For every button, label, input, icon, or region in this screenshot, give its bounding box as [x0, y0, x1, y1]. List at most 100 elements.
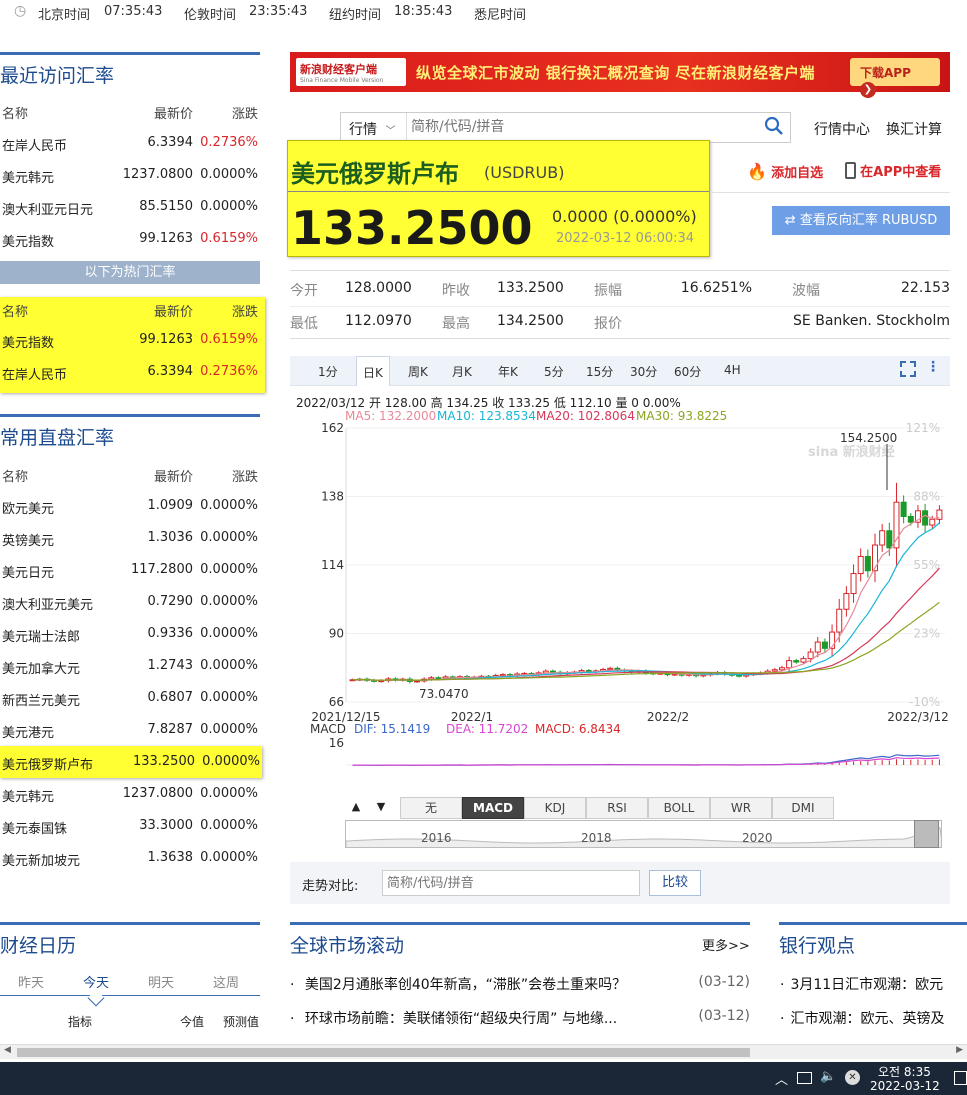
rate-row[interactable]: 美元指数 99.1263 0.6159% — [0, 223, 260, 255]
scroll-up-button[interactable]: ▲ — [345, 800, 367, 818]
tab-period[interactable]: 4H — [724, 363, 741, 377]
col-price: 最新价 — [153, 107, 193, 122]
news-item[interactable]: · 环球市场前瞻：美联储领衔“超级央行周” 与地缘... (03-12) — [290, 1008, 750, 1028]
tab-period[interactable]: 1分 — [318, 363, 338, 380]
stat-value: 128.0000 — [345, 280, 412, 296]
candle — [864, 555, 871, 572]
candle — [900, 501, 907, 517]
horizontal-scrollbar[interactable]: ◀ ▶ — [0, 1044, 967, 1059]
bank-view-item[interactable]: · 汇市观潮：欧元、英镑及 — [780, 1008, 967, 1028]
rate-row[interactable]: 新西兰元美元 0.6807 0.0000% — [0, 682, 260, 714]
rate-row[interactable]: 澳大利亚元日元 85.5150 0.0000% — [0, 191, 260, 223]
pct-tick-label: 88% — [913, 490, 940, 504]
rate-row[interactable]: 美元加拿大元 1.2743 0.0000% — [0, 650, 260, 682]
rate-row[interactable]: 美元瑞士法郎 0.9336 0.0000% — [0, 618, 260, 650]
scroll-left-icon[interactable]: ◀ — [4, 1045, 11, 1055]
compare-input[interactable] — [382, 870, 640, 896]
y-tick-label: 90 — [329, 627, 344, 641]
tab-period[interactable]: 月K — [452, 363, 472, 380]
notification-icon[interactable] — [954, 1071, 967, 1085]
tab-today[interactable]: 今天 — [83, 972, 109, 991]
rate-change: 0.0000% — [200, 658, 258, 673]
exchange-calc-link[interactable]: 换汇计算 — [886, 119, 942, 139]
rate-row[interactable]: 美元日元 117.2800 0.0000% — [0, 554, 260, 586]
indicator-tab[interactable]: KDJ — [524, 797, 586, 819]
rate-price: 0.9336 — [147, 626, 194, 641]
col-name: 名称 — [2, 305, 29, 320]
indicator-tab[interactable]: 无 — [400, 797, 462, 819]
rate-row[interactable]: 美元韩元 1237.0800 0.0000% — [0, 778, 260, 810]
more-vert-icon[interactable]: ⋮ — [926, 359, 940, 375]
rate-row[interactable]: 美元港元 7.8287 0.0000% — [0, 714, 260, 746]
market-center-link[interactable]: 行情中心 — [814, 119, 870, 139]
bank-view-item[interactable]: · 3月11日汇市观潮：欧元 — [780, 974, 967, 994]
candle — [922, 510, 929, 526]
tab-period[interactable]: 周K — [408, 363, 428, 380]
col-change: 涨跌 — [231, 107, 258, 122]
low-mark: 73.0470 — [419, 687, 469, 701]
rate-row[interactable]: 在岸人民币 6.3394 0.2736% — [0, 356, 260, 388]
indicator-tab[interactable]: BOLL — [648, 797, 710, 819]
fullscreen-icon[interactable] — [900, 361, 916, 377]
rate-row[interactable]: 美元韩元 1237.0800 0.0000% — [0, 159, 260, 191]
clock-bar: ◷ 北京时间 07:35:43 伦敦时间 23:35:43 纽约时间 18:35… — [0, 0, 967, 26]
scroll-right-icon[interactable]: ▶ — [956, 1045, 963, 1055]
rate-row[interactable]: 澳大利亚元美元 0.7290 0.0000% — [0, 586, 260, 618]
search-input[interactable] — [411, 116, 751, 138]
chevron-up-icon[interactable]: ︿ — [775, 1069, 788, 1088]
close-circle-icon[interactable]: ✕ — [845, 1070, 860, 1085]
tab-period[interactable]: 30分 — [630, 363, 657, 380]
download-app-button[interactable]: 下载APP ❯ — [850, 58, 940, 98]
bullet-icon: · — [780, 1011, 785, 1027]
rate-price: 99.1263 — [139, 332, 193, 347]
rate-row[interactable]: 在岸人民币 6.3394 0.2736% — [0, 127, 260, 159]
tab-period[interactable]: 15分 — [586, 363, 613, 380]
y-tick-label: 114 — [321, 558, 344, 572]
nav-handle[interactable] — [914, 820, 939, 848]
app-promo-banner[interactable]: 新浪财经客户端 Sina Finance Mobile Version 纵览全球… — [290, 52, 950, 98]
taskbar-time: 오전 8:35 — [878, 1065, 931, 1079]
bullet-icon: · — [290, 1011, 295, 1027]
add-favorite-button[interactable]: 🔥 添加自选 — [747, 162, 823, 181]
rate-row[interactable]: 美元指数 99.1263 0.6159% — [0, 324, 260, 356]
tab-yesterday[interactable]: 昨天 — [18, 972, 44, 991]
rate-row[interactable]: 英镑美元 1.3036 0.0000% — [0, 522, 260, 554]
logo-subtext: Sina Finance Mobile Version — [300, 77, 384, 84]
tab-period[interactable]: 60分 — [674, 363, 701, 380]
rate-name: 美元瑞士法郎 — [2, 630, 81, 645]
search-icon[interactable] — [764, 116, 784, 140]
view-in-app-button[interactable]: 在APP中查看 — [845, 161, 941, 180]
indicator-tab[interactable]: DMI — [772, 797, 834, 819]
indicator-tab[interactable]: MACD — [462, 797, 524, 819]
indicator-tab[interactable]: WR — [710, 797, 772, 819]
rate-price: 85.5150 — [139, 199, 193, 214]
news-item[interactable]: · 美国2月通胀率创40年新高，“滞胀”会卷土重来吗？ (03-12) — [290, 974, 750, 994]
tab-period[interactable]: 年K — [498, 363, 518, 380]
compare-button[interactable]: 比较 — [649, 870, 701, 896]
tab-week[interactable]: 这周 — [213, 972, 239, 991]
recent-rates-title: 最近访问汇率 — [0, 52, 260, 92]
indicator-tab[interactable]: RSI — [586, 797, 648, 819]
rate-row[interactable]: 美元新加坡元 1.3638 0.0000% — [0, 842, 260, 874]
more-link[interactable]: 更多>> — [702, 935, 750, 954]
candle — [771, 669, 778, 672]
tab-period[interactable]: 5分 — [544, 363, 564, 380]
volume-icon[interactable]: 🔈 — [820, 1069, 836, 1084]
tab-tomorrow[interactable]: 明天 — [148, 972, 174, 991]
scrollbar-thumb[interactable] — [17, 1048, 750, 1057]
y-tick-label: 138 — [321, 490, 344, 504]
recent-table-header: 名称 最新价 涨跌 — [0, 95, 260, 127]
rate-row[interactable]: 美元泰国铢 33.3000 0.0000% — [0, 810, 260, 842]
reverse-rate-label: 查看反向汇率 RUBUSD — [799, 213, 938, 228]
rate-row[interactable]: 欧元美元 1.0909 0.0000% — [0, 490, 260, 522]
rate-name: 新西兰元美元 — [2, 694, 81, 709]
reverse-rate-button[interactable]: ⇄ 查看反向汇率 RUBUSD — [772, 206, 950, 235]
category-select[interactable]: 行情 ﹀ — [341, 113, 407, 142]
scroll-down-button[interactable]: ▼ — [370, 800, 392, 818]
global-news-title: 全球市场滚动 — [290, 922, 750, 962]
macd-tick: 16 — [329, 736, 344, 750]
candlestick-chart[interactable]: 162 121%138 88%114 55%90 23%66 -10%sina 新浪财经1… — [290, 420, 950, 770]
rate-row[interactable]: 美元俄罗斯卢布 133.2500 0.0000% — [0, 746, 262, 778]
network-icon[interactable] — [797, 1072, 812, 1084]
tab-period[interactable]: 日K — [356, 356, 390, 386]
